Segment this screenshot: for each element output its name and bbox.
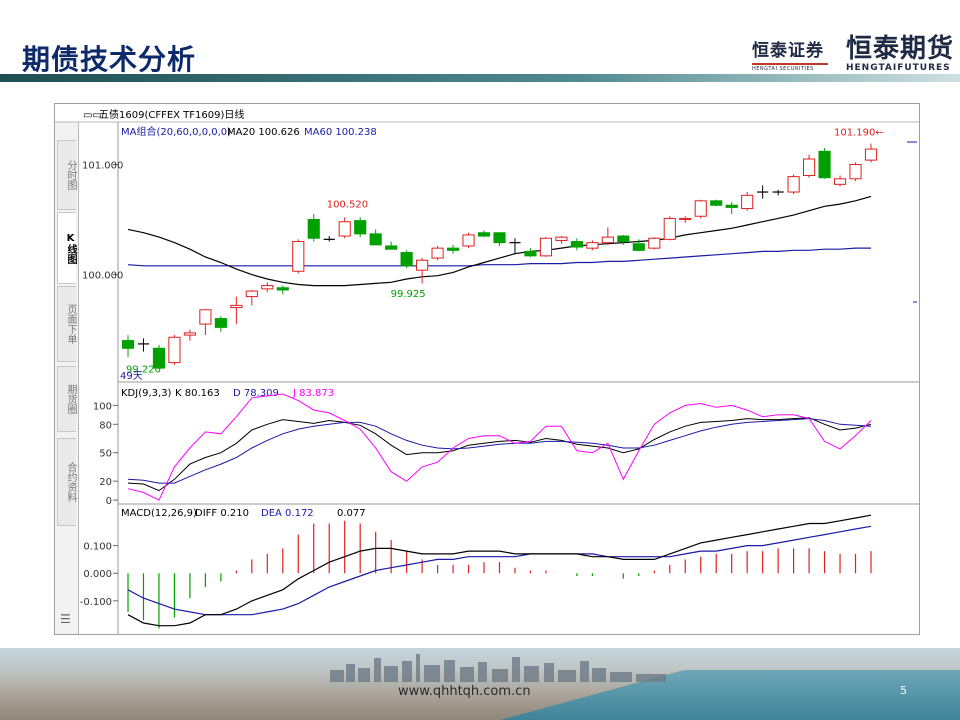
- futures-logo-name: 恒泰期货: [846, 34, 955, 64]
- period-label: 49天: [120, 371, 143, 382]
- hengtai-futures-logo: 恒泰期货 HENGTAIFUTURES: [846, 28, 954, 73]
- candle-body: [679, 217, 692, 221]
- ma-combo-label: MA组合(20,60,0,0,0,0): [121, 125, 231, 138]
- candle-body: [354, 220, 367, 235]
- price-annotation: 101.190←: [834, 128, 884, 139]
- kdj-tick-label: 50: [99, 449, 112, 460]
- price-annotation: 99.925: [391, 289, 426, 300]
- kdj-tick-label: 100: [93, 401, 112, 412]
- candle-body: [787, 176, 800, 193]
- candle-body: [462, 234, 475, 247]
- candle-body: [725, 204, 738, 208]
- candle-body: [245, 290, 258, 298]
- kdj-d-line: [127, 418, 872, 484]
- candle-body: [586, 242, 599, 249]
- page-number: 5: [900, 684, 907, 697]
- candle-body: [849, 164, 862, 180]
- price-annotation: 100.520: [327, 199, 368, 210]
- candle-body: [539, 237, 553, 257]
- kdj-tick-label: 0: [106, 496, 112, 507]
- candle-body: [601, 236, 614, 244]
- kdj-j-line: [127, 393, 872, 501]
- k-label: K 80.163: [175, 388, 220, 399]
- city-skyline: [330, 654, 666, 682]
- candle-body: [416, 259, 429, 271]
- macd-tick-label: -0.100: [80, 597, 112, 608]
- securities-logo-sub: HENGTAI SECURITIES: [752, 63, 828, 72]
- kdj-tick-label: 80: [99, 420, 112, 431]
- candle-body: [648, 237, 661, 249]
- candle-body: [555, 236, 568, 241]
- price-tick-label: 100.000: [82, 271, 123, 282]
- ma60-label: MA60 100.238: [304, 127, 377, 138]
- macd-title: MACD(12,26,9): [121, 508, 197, 519]
- candle-body: [741, 194, 754, 210]
- chart-title: 五债1609(CFFEX TF1609)日线: [99, 108, 244, 121]
- candle-body: [864, 148, 878, 161]
- macd-tick-label: 0.000: [83, 569, 112, 580]
- diff-label: DIFF 0.210: [195, 508, 249, 519]
- macd-tick-label: 0.100: [83, 542, 112, 553]
- chart-svg: ▭▭五债1609(CFFEX TF1609)日线 MA组合(20,60,0,0,…: [55, 108, 919, 634]
- candle-body: [446, 247, 460, 251]
- j-label: J 83.873: [292, 388, 334, 399]
- candle-body: [617, 235, 630, 243]
- futures-logo-sub: HENGTAIFUTURES: [846, 63, 951, 73]
- candle-body: [369, 233, 382, 246]
- candle-body: [168, 336, 181, 364]
- candle-body: [261, 285, 274, 290]
- footer-url[interactable]: www.qhhtqh.com.cn: [398, 684, 531, 699]
- hengtai-securities-logo: 恒泰证券 HENGTAI SECURITIES: [752, 36, 828, 72]
- candle-body: [710, 200, 723, 206]
- candle-body: [199, 309, 212, 325]
- candle-body: [214, 318, 227, 328]
- candle-body: [818, 150, 831, 179]
- candle-body: [833, 178, 847, 185]
- title-rule: [0, 74, 960, 82]
- candle-body: [477, 232, 491, 237]
- candle-body: [292, 241, 305, 272]
- candle-body: [570, 241, 583, 248]
- candle-body: [230, 304, 243, 309]
- dea-label: DEA 0.172: [261, 508, 314, 519]
- candle-body: [385, 245, 398, 250]
- kdj-tick-label: 20: [99, 477, 112, 488]
- candle-body: [663, 217, 676, 240]
- candle-body: [400, 252, 413, 267]
- securities-logo-name: 恒泰证券: [752, 41, 824, 61]
- price-tick-label: 101.000: [82, 161, 123, 172]
- ma60-line: [127, 247, 871, 267]
- candle-body: [632, 243, 645, 251]
- candle-body: [338, 221, 351, 237]
- chart-panel: 分时图 K线图 页面下单 期货圈 合约资料 ☰ ▭▭ 五债1609(CFFEX T…: [54, 103, 920, 635]
- kdj-title: KDJ(9,3,3): [121, 388, 172, 399]
- candle-body: [431, 247, 444, 259]
- candle-body: [121, 340, 135, 349]
- candle-body: [183, 332, 196, 336]
- kdj-k-line: [127, 417, 872, 492]
- candle-body: [493, 232, 506, 244]
- ma20-label: MA20 100.626: [227, 127, 300, 138]
- candle-body: [276, 287, 289, 291]
- macd-value-label: 0.077: [337, 508, 366, 519]
- candle-body: [694, 200, 707, 217]
- candle-body: [803, 158, 816, 177]
- candle-body: [524, 250, 537, 257]
- candle-body: [307, 219, 320, 239]
- slide-title: 期债技术分析: [22, 43, 197, 76]
